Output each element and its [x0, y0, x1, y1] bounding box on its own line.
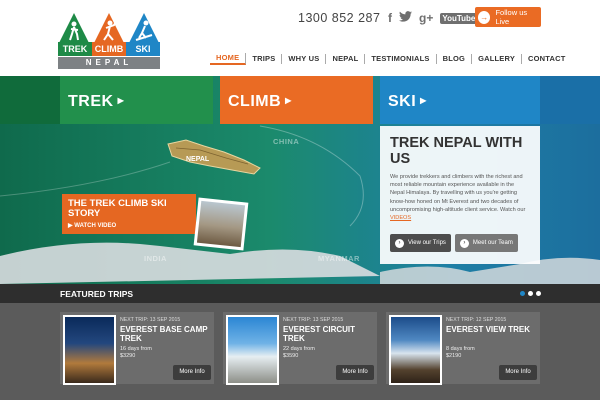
- view-trips-button[interactable]: › View our Trips: [390, 234, 451, 252]
- tab-climb-label: CLIMB: [228, 93, 282, 110]
- trip-price: $3590: [283, 353, 299, 359]
- more-info-button[interactable]: More Info: [336, 365, 374, 380]
- trip-name[interactable]: EVEREST VIEW TREK: [446, 325, 536, 334]
- featured-bar: FEATURED TRIPS: [0, 284, 600, 303]
- tab-trek-label: TREK: [68, 93, 114, 110]
- social-links: f g+ YouTube: [388, 9, 478, 27]
- trip-price: $3290: [120, 353, 136, 359]
- trip-duration: 16 days from: [120, 346, 152, 352]
- trip-image[interactable]: [389, 315, 442, 385]
- youtube-icon[interactable]: YouTube: [440, 12, 478, 24]
- climb-icon: [94, 13, 124, 43]
- trip-card[interactable]: NEXT TRIP: 13 SEP 2015 EVEREST BASE CAMP…: [60, 312, 214, 385]
- google-plus-icon[interactable]: g+: [419, 11, 433, 25]
- logo-country: NEPAL: [58, 57, 160, 69]
- more-info-button[interactable]: More Info: [173, 365, 211, 380]
- tab-spacer-right: [540, 76, 600, 124]
- carousel-dot[interactable]: [528, 291, 533, 296]
- nav-item-why-us[interactable]: WHY US: [282, 54, 327, 64]
- panel-body-text: We provide trekkers and climbers with th…: [390, 174, 526, 213]
- arrow-right-icon: ›: [459, 238, 469, 248]
- tab-climb[interactable]: CLIMB ▶: [220, 76, 373, 124]
- nav-item-contact[interactable]: CONTACT: [522, 54, 572, 64]
- trek-icon: [59, 13, 89, 43]
- tab-trek[interactable]: TREK ▶: [60, 76, 213, 124]
- logo-wordmark: TREK CLIMB SKI: [58, 42, 160, 56]
- nav-item-testimonials[interactable]: TESTIMONIALS: [365, 54, 437, 64]
- follow-live-button[interactable]: → Follow us Live: [475, 7, 541, 27]
- trip-card[interactable]: NEXT TRIP: 12 SEP 2015 EVEREST VIEW TREK…: [386, 312, 540, 385]
- tab-spacer-left: [0, 76, 60, 124]
- phone-number[interactable]: 1300 852 287: [298, 11, 380, 25]
- intro-panel: TREK NEPAL WITH US We provide trekkers a…: [380, 126, 540, 264]
- featured-trips-section: FEATURED TRIPS NEXT TRIP: 13 SEP 2015 EV…: [0, 284, 600, 400]
- nav-item-blog[interactable]: BLOG: [437, 54, 473, 64]
- map-label-myanmar: MYANMAR: [318, 254, 360, 263]
- carousel-dot[interactable]: [520, 291, 525, 296]
- more-info-button[interactable]: More Info: [499, 365, 537, 380]
- panel-body: We provide trekkers and climbers with th…: [390, 173, 530, 222]
- view-trips-label: View our Trips: [408, 240, 446, 246]
- nav-item-gallery[interactable]: GALLERY: [472, 54, 523, 64]
- play-icon: ▶: [420, 96, 427, 105]
- main-nav: HOME TRIPS WHY US NEPAL TESTIMONIALS BLO…: [210, 52, 572, 66]
- trip-next-date: NEXT TRIP: 12 SEP 2015: [446, 317, 507, 323]
- meet-team-button[interactable]: › Meet our Team: [454, 234, 518, 252]
- logo-word-ski: SKI: [126, 42, 160, 56]
- arrow-right-icon: →: [478, 10, 491, 24]
- trip-card[interactable]: NEXT TRIP: 13 SEP 2015 EVEREST CIRCUIT T…: [223, 312, 377, 385]
- logo-word-climb: CLIMB: [92, 42, 126, 56]
- trip-duration: 8 days from: [446, 346, 475, 352]
- tab-ski[interactable]: SKI ▶: [380, 76, 540, 124]
- trip-name[interactable]: EVEREST CIRCUIT TREK: [283, 325, 373, 343]
- map-label-nepal: NEPAL: [186, 156, 210, 163]
- nav-item-home[interactable]: HOME: [210, 53, 247, 65]
- hero-banner: TREK ▶ CLIMB ▶ SKI ▶ CHINA NEPAL INDIA MYAN…: [0, 76, 600, 284]
- facebook-icon[interactable]: f: [388, 11, 392, 25]
- featured-title: FEATURED TRIPS: [60, 289, 134, 299]
- trip-next-date: NEXT TRIP: 13 SEP 2015: [283, 317, 344, 323]
- map-label-china: CHINA: [273, 137, 300, 146]
- nav-item-nepal[interactable]: NEPAL: [326, 54, 366, 64]
- logo-icons: [58, 12, 160, 44]
- trip-next-date: NEXT TRIP: 13 SEP 2015: [120, 317, 181, 323]
- story-title: THE TREK CLIMB SKI STORY: [68, 198, 167, 219]
- meet-team-label: Meet our Team: [472, 240, 513, 246]
- map-label-india: INDIA: [144, 254, 167, 263]
- watch-video-label: WATCH VIDEO: [74, 223, 117, 229]
- trip-price: $2190: [446, 353, 462, 359]
- trip-image[interactable]: [226, 315, 279, 385]
- nav-item-trips[interactable]: TRIPS: [246, 54, 283, 64]
- watch-video-link[interactable]: ▶ WATCH VIDEO: [68, 222, 190, 229]
- trip-image[interactable]: [63, 315, 116, 385]
- story-photo[interactable]: [193, 197, 249, 251]
- story-photo-image: [196, 200, 246, 248]
- trip-duration: 22 days from: [283, 346, 315, 352]
- story-box[interactable]: THE TREK CLIMB SKI STORY ▶ WATCH VIDEO: [62, 194, 196, 234]
- ski-icon: [129, 13, 159, 43]
- panel-heading: TREK NEPAL WITH US: [390, 135, 523, 167]
- videos-link[interactable]: VIDEOS: [390, 215, 411, 221]
- carousel-dots: [520, 291, 541, 296]
- logo-word-trek: TREK: [58, 42, 92, 56]
- trip-name[interactable]: EVEREST BASE CAMP TREK: [120, 325, 210, 343]
- twitter-icon[interactable]: [399, 11, 412, 25]
- play-icon: ▶: [285, 96, 292, 105]
- arrow-right-icon: ›: [395, 238, 404, 248]
- site-header: TREK CLIMB SKI NEPAL 1300 852 287 f g+ Y…: [0, 0, 600, 76]
- carousel-dot[interactable]: [536, 291, 541, 296]
- tab-ski-label: SKI: [388, 93, 417, 110]
- play-icon: ▶: [117, 96, 125, 105]
- panel-buttons: › View our Trips › Meet our Team: [390, 234, 518, 252]
- activity-tabs: TREK ▶ CLIMB ▶ SKI ▶: [0, 76, 600, 124]
- follow-live-label: Follow us Live: [495, 8, 528, 26]
- site-logo[interactable]: TREK CLIMB SKI NEPAL: [58, 12, 160, 69]
